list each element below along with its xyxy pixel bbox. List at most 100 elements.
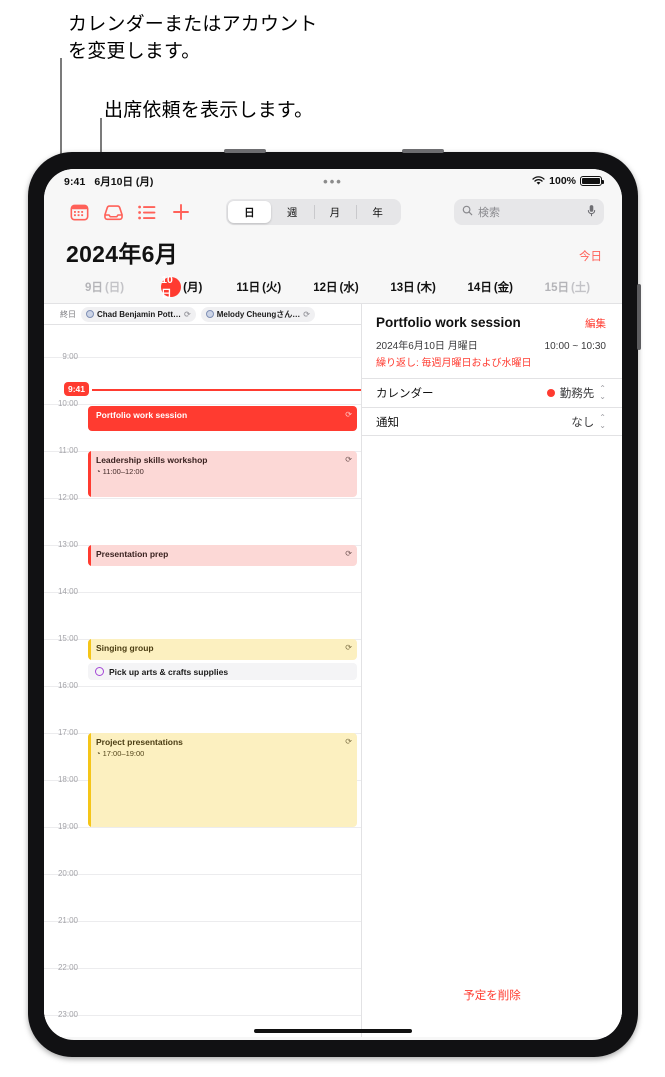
content-split: 終日 Chad Benjamin Pott… ⟳ Melody Cheungさん… xyxy=(44,304,622,1037)
segment-month[interactable]: 月 xyxy=(313,201,357,223)
inbox-icon[interactable] xyxy=(96,197,130,227)
detail-row-label: 通知 xyxy=(376,416,399,429)
segment-year[interactable]: 年 xyxy=(356,201,399,223)
repeat-icon: ⟳ xyxy=(345,410,352,419)
event-time: ◔ 11:00–12:00 xyxy=(96,467,144,477)
detail-date: 2024年6月10日 月曜日 xyxy=(376,341,478,352)
invitation-chip-chad[interactable]: Chad Benjamin Pott… ⟳ xyxy=(81,306,196,322)
day-strip: 9日 (日) 10日 (月) 11日 (火) 12日 (水) 13日 (木) 1… xyxy=(44,273,622,304)
hour-label: 20:00 xyxy=(57,869,78,878)
day-number: 14日 xyxy=(467,282,492,294)
power-button[interactable] xyxy=(637,284,641,350)
detail-row-calendar[interactable]: カレンダー 勤務先 ⌃ ⌄ xyxy=(362,378,622,407)
day-timeline[interactable]: 終日 Chad Benjamin Pott… ⟳ Melody Cheungさん… xyxy=(44,304,362,1037)
today-button[interactable]: 今日 xyxy=(579,248,602,269)
multitasking-dots-icon[interactable]: ••• xyxy=(323,175,343,188)
repeat-icon: ⟳ xyxy=(345,549,352,558)
reminder-circle-icon[interactable] xyxy=(95,667,104,676)
segment-day[interactable]: 日 xyxy=(228,201,271,223)
day-cell-12[interactable]: 12日 (水) xyxy=(297,279,374,295)
attendee-avatar-icon xyxy=(205,310,214,318)
status-time: 9:41 xyxy=(64,175,86,188)
chevron-updown-icon[interactable]: ⌃ ⌄ xyxy=(599,385,606,401)
status-date: 6月10日 (月) xyxy=(94,175,154,188)
hour-line-19: 19:00 xyxy=(44,822,361,831)
event-singing-group[interactable]: ⟳ Singing group xyxy=(88,639,357,660)
day-cell-9[interactable]: 9日 (日) xyxy=(66,279,143,295)
detail-row-label: カレンダー xyxy=(376,388,434,400)
clock-icon: ◔ xyxy=(96,749,101,759)
detail-row-value: 勤務先 xyxy=(559,388,595,400)
event-project-presentations[interactable]: ⟳ Project presentations ◔ 17:00–19:00 xyxy=(88,733,357,827)
page-title: 2024年6月 xyxy=(66,241,179,267)
list-icon[interactable] xyxy=(130,197,164,227)
clock-icon: ◔ xyxy=(96,467,101,477)
event-leadership-skills-workshop[interactable]: ⟳ Leadership skills workshop ◔ 11:00–12:… xyxy=(88,451,357,497)
day-cell-14[interactable]: 14日 (金) xyxy=(452,279,529,295)
event-color-bar xyxy=(88,733,91,827)
battery-percent: 100% xyxy=(549,175,576,187)
home-indicator[interactable] xyxy=(254,1028,412,1033)
current-time-line xyxy=(92,389,361,391)
edit-button[interactable]: 編集 xyxy=(585,316,606,331)
month-header: 2024年6月 今日 xyxy=(44,231,622,273)
delete-event-button[interactable]: 予定を削除 xyxy=(362,987,622,1003)
calendar-color-dot xyxy=(546,389,555,397)
hour-label: 12:00 xyxy=(57,493,78,502)
day-weekday: (土) xyxy=(570,282,591,294)
event-title: Singing group xyxy=(96,643,154,653)
search-input[interactable]: 検索 xyxy=(454,199,604,225)
day-number: 12日 xyxy=(313,282,338,294)
repeat-icon: ⟳ xyxy=(345,737,352,746)
event-detail-pane: Portfolio work session 編集 2024年6月10日 月曜日… xyxy=(362,304,622,1037)
detail-time: 10:00 ~ 10:30 xyxy=(544,341,606,352)
day-weekday: (火) xyxy=(262,282,282,294)
app-toolbar: 日 週 月 年 検索 xyxy=(44,193,622,231)
day-weekday: (水) xyxy=(339,282,359,294)
day-number: 9日 xyxy=(85,282,103,294)
day-cell-11[interactable]: 11日 (火) xyxy=(220,279,297,295)
microphone-icon[interactable] xyxy=(587,204,596,220)
hour-line-22: 22:00 xyxy=(44,963,361,972)
reminder-title: Pick up arts & crafts supplies xyxy=(109,666,229,677)
hour-label: 21:00 xyxy=(57,916,78,925)
detail-row-alert[interactable]: 通知 なし ⌃ ⌄ xyxy=(362,407,622,436)
day-cell-10[interactable]: 10日 (月) xyxy=(143,274,220,300)
battery-full-icon xyxy=(580,176,604,186)
wifi-icon xyxy=(532,176,545,186)
callout-calendar-account: カレンダーまたはアカウント を変更します。 xyxy=(68,14,318,62)
event-color-bar xyxy=(88,639,91,660)
reminder-pick-up-arts-crafts[interactable]: Pick up arts & crafts supplies xyxy=(88,663,357,680)
event-presentation-prep[interactable]: ⟳ Presentation prep xyxy=(88,545,357,566)
invitation-chip-label: Melody Cheungさん… xyxy=(216,309,301,319)
all-day-label: 終日 xyxy=(60,309,76,319)
search-placeholder: 検索 xyxy=(478,207,500,219)
ipad-screen: 9:41 6月10日 (月) ••• 100% 日 週 月 年 検索 2024年… xyxy=(44,169,622,1040)
chevron-updown-icon[interactable]: ⌃ ⌄ xyxy=(599,413,606,430)
day-weekday: (月) xyxy=(183,282,203,294)
calendar-icon[interactable] xyxy=(62,197,96,227)
hour-label: 11:00 xyxy=(58,446,78,455)
repeat-icon: ⟳ xyxy=(184,309,191,319)
hour-label: 19:00 xyxy=(57,822,78,831)
hour-label: 13:00 xyxy=(57,540,78,549)
detail-row-value: なし xyxy=(571,416,595,429)
event-color-bar xyxy=(88,451,91,497)
hour-label: 23:00 xyxy=(57,1010,78,1019)
hour-label: 15:00 xyxy=(57,634,78,643)
detail-title: Portfolio work session xyxy=(376,315,521,330)
hour-label: 22:00 xyxy=(57,963,78,972)
day-cell-15[interactable]: 15日 (土) xyxy=(529,279,606,295)
view-mode-segmented-control[interactable]: 日 週 月 年 xyxy=(226,199,401,225)
event-time: ◔ 17:00–19:00 xyxy=(96,749,145,759)
plus-icon[interactable] xyxy=(164,197,198,227)
day-weekday: (日) xyxy=(104,282,125,294)
invitation-chip-melody[interactable]: Melody Cheungさん… ⟳ xyxy=(200,306,315,322)
hour-line-16: 16:00 xyxy=(44,681,361,690)
event-portfolio-work-session[interactable]: ⟳ Portfolio work session xyxy=(88,406,357,431)
day-weekday: (金) xyxy=(493,282,513,294)
repeat-icon: ⟳ xyxy=(345,643,352,652)
hour-grid[interactable]: 9:00 10:00 11:00 12:00 13:00 14:00 15:00… xyxy=(44,325,361,1037)
day-cell-13[interactable]: 13日 (木) xyxy=(375,279,452,295)
segment-week[interactable]: 週 xyxy=(271,201,314,223)
